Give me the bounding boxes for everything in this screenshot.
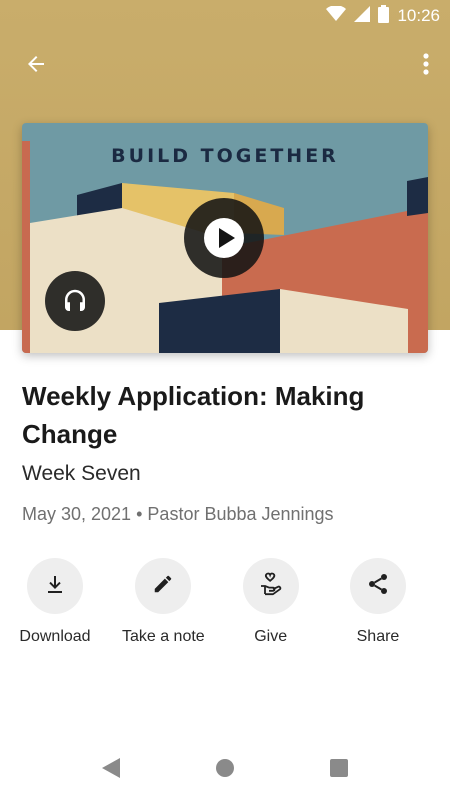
download-label: Download [19, 628, 91, 645]
sermon-title: Weekly Application: Making Change [22, 381, 365, 449]
square-recents-icon [329, 758, 349, 783]
share-label: Share [356, 628, 400, 645]
share-icon [366, 572, 390, 601]
sermon-series: Week Seven [22, 462, 141, 485]
status-icons [326, 4, 390, 28]
cell-signal-icon [354, 5, 371, 27]
triangle-back-icon [101, 757, 121, 784]
wifi-icon [326, 4, 347, 27]
play-button[interactable] [184, 198, 264, 278]
pencil-icon [152, 573, 174, 600]
action-row: Download Take a note Give Share [19, 558, 428, 646]
nav-back-button[interactable] [99, 757, 123, 784]
sermon-artwork: BUILD TOGETHER [22, 123, 428, 353]
status-bar: 10:26 [0, 0, 450, 32]
nav-recents-button[interactable] [327, 758, 351, 782]
top-app-bar [0, 44, 450, 88]
sermon-date: May 30, 2021 [22, 504, 132, 524]
download-button[interactable]: Download [4, 558, 106, 646]
give-circle[interactable] [242, 558, 299, 614]
play-icon [202, 216, 246, 260]
give-heart-hand-icon [258, 571, 284, 602]
more-vertical-icon [423, 52, 429, 80]
listen-audio-button[interactable] [45, 271, 105, 331]
take-note-button[interactable]: Take a note [113, 558, 213, 646]
download-circle[interactable] [27, 558, 83, 614]
download-icon [43, 572, 67, 601]
give-label: Give [254, 628, 288, 645]
status-time: 10:26 [397, 6, 440, 25]
nav-home-button[interactable] [213, 758, 237, 782]
back-button[interactable] [20, 50, 52, 82]
give-button[interactable]: Give [221, 558, 321, 646]
artwork-title: BUILD TOGETHER [111, 145, 339, 167]
arrow-left-icon [24, 52, 48, 81]
headphones-icon [60, 286, 90, 316]
take-note-label: Take a note [121, 628, 205, 645]
circle-home-icon [215, 758, 235, 783]
share-circle[interactable] [349, 558, 406, 614]
system-nav-bar [0, 740, 450, 800]
more-options-button[interactable] [414, 50, 438, 82]
take-note-circle[interactable] [135, 558, 192, 614]
battery-icon [378, 4, 390, 28]
share-button[interactable]: Share [328, 558, 428, 646]
meta-separator: • [136, 504, 143, 524]
sermon-speaker: Pastor Bubba Jennings [147, 504, 334, 524]
sermon-meta: May 30, 2021 • Pastor Bubba Jennings [22, 504, 334, 525]
